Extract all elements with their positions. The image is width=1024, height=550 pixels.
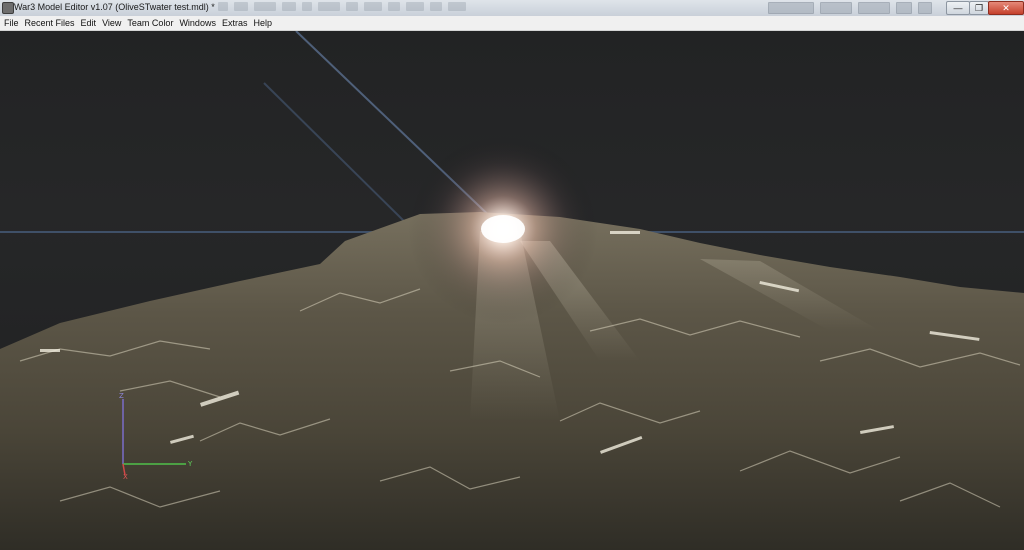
axis-x-label: X	[123, 473, 128, 481]
background-tabs	[768, 2, 932, 14]
minimize-icon: —	[953, 3, 963, 13]
scene-render	[0, 31, 1024, 550]
minimize-button[interactable]: —	[946, 1, 970, 15]
light-source-core	[481, 215, 525, 243]
menu-recent-files[interactable]: Recent Files	[22, 16, 78, 30]
close-button[interactable]: ✕	[988, 1, 1024, 15]
axis-z-label: Z	[119, 392, 124, 400]
maximize-icon: ❐	[974, 2, 984, 13]
title-bar: War3 Model Editor v1.07 (OliveSTwater te…	[0, 0, 1024, 17]
menu-extras[interactable]: Extras	[219, 16, 251, 30]
menu-help[interactable]: Help	[250, 16, 275, 30]
model-viewport[interactable]: Z Y X	[0, 31, 1024, 550]
menu-windows[interactable]: Windows	[176, 16, 219, 30]
maximize-button[interactable]: ❐	[969, 1, 989, 15]
menu-edit[interactable]: Edit	[78, 16, 100, 30]
background-toolbar	[218, 2, 466, 13]
app-icon	[2, 2, 14, 14]
menu-team-color[interactable]: Team Color	[124, 16, 176, 30]
axis-y-label: Y	[188, 460, 193, 468]
menu-view[interactable]: View	[99, 16, 124, 30]
close-icon: ✕	[1002, 2, 1010, 13]
menu-file[interactable]: File	[0, 16, 22, 30]
window-title: War3 Model Editor v1.07 (OliveSTwater te…	[14, 2, 215, 12]
menu-bar: File Recent Files Edit View Team Color W…	[0, 16, 1024, 31]
grid-diagonal-line	[263, 82, 411, 228]
